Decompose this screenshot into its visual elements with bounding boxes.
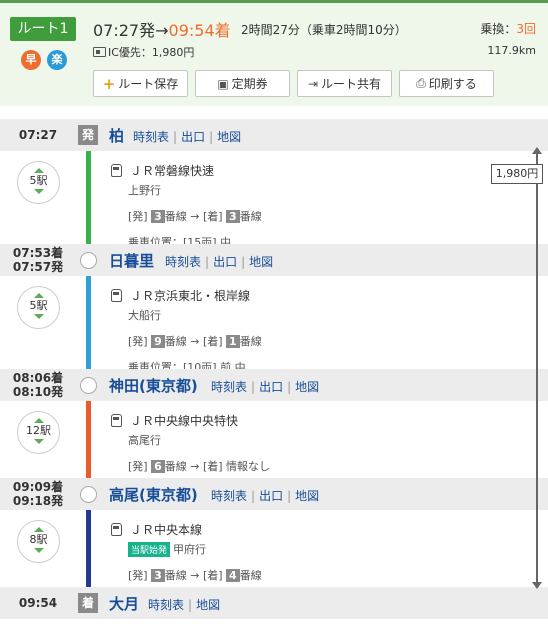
platform-info: [発] 9 番線 → [着] 1 番線	[128, 335, 262, 348]
line-name: ＪＲ京浜東北・根岸線	[130, 289, 251, 303]
exit-link[interactable]: 出口	[259, 380, 283, 394]
station-links: 時刻表 | 出口 | 地図	[211, 489, 320, 503]
stop-count-toggle[interactable]: 5駅	[17, 161, 60, 204]
line-name: ＪＲ常磐線快速	[130, 164, 215, 178]
segment-detail: ＪＲ中央線中央特快 高尾行 [発] 6 番線 → [着] 情報なし	[111, 412, 270, 474]
platform-info: [発] 3 番線 → [着] 3 番線	[128, 210, 262, 223]
station-row: 09:09着 09:18発 高尾(東京都) 時刻表 | 出口 | 地図	[0, 478, 548, 510]
station-node-icon	[80, 377, 97, 394]
station-row: 09:54 着 大月 時刻表 | 地図	[0, 587, 548, 619]
timetable-link[interactable]: 時刻表	[211, 380, 247, 394]
station-links: 時刻表 | 出口 | 地図	[133, 130, 242, 144]
station-time: 08:06着 08:10発	[12, 371, 64, 399]
platform-number: 4	[226, 569, 240, 582]
train-icon	[111, 164, 122, 177]
stop-count-toggle[interactable]: 12駅	[17, 411, 60, 454]
train-icon	[111, 414, 122, 427]
platform-info: [発] 6 番線 → [着] 情報なし	[128, 460, 271, 473]
station-name[interactable]: 高尾(東京都)	[109, 484, 198, 505]
fare-range-arrow-icon	[532, 147, 542, 589]
station-node-icon	[80, 252, 97, 269]
destination: 上野行	[128, 184, 161, 197]
timetable-link[interactable]: 時刻表	[211, 489, 247, 503]
fare-total: 1,980円	[491, 164, 543, 184]
platform-number: 6	[151, 460, 165, 473]
exit-link[interactable]: 出口	[259, 489, 283, 503]
first-departure-tag: 当駅始発	[128, 541, 171, 557]
station-links: 時刻表 | 出口 | 地図	[165, 255, 274, 269]
exit-link[interactable]: 出口	[181, 130, 205, 144]
stop-count-toggle[interactable]: 8駅	[17, 520, 60, 563]
line-segment-chuo-main	[86, 494, 91, 602]
line-name: ＪＲ中央線中央特快	[130, 414, 239, 428]
station-name[interactable]: 柏	[109, 125, 124, 146]
destination: 当駅始発 甲府行	[128, 541, 262, 557]
expand-down-icon	[33, 439, 44, 444]
station-name[interactable]: 神田(東京都)	[109, 375, 198, 396]
map-link[interactable]: 地図	[295, 489, 319, 503]
map-link[interactable]: 地図	[217, 130, 241, 144]
platform-info: [発] 3 番線 → [着] 4 番線	[128, 569, 262, 582]
segment-detail: ＪＲ中央本線 当駅始発 甲府行 [発] 3 番線 → [着] 4 番線	[111, 521, 262, 583]
station-links: 時刻表 | 地図	[148, 598, 221, 612]
expand-down-icon	[33, 189, 44, 194]
destination: 高尾行	[128, 434, 161, 447]
station-name[interactable]: 大月	[109, 593, 139, 614]
line-name: ＪＲ中央本線	[130, 523, 203, 537]
expand-down-icon	[33, 548, 44, 553]
map-link[interactable]: 地図	[249, 255, 273, 269]
map-link[interactable]: 地図	[196, 598, 220, 612]
platform-number: 9	[151, 335, 165, 348]
station-time: 09:54	[18, 596, 58, 610]
station-time: 07:53着 07:57発	[12, 246, 64, 274]
station-row: 07:53着 07:57発 日暮里 時刻表 | 出口 | 地図	[0, 244, 548, 276]
timetable-link[interactable]: 時刻表	[133, 130, 169, 144]
timetable-link[interactable]: 時刻表	[165, 255, 201, 269]
segment-detail: ＪＲ常磐線快速 上野行 [発] 3 番線 → [着] 3 番線 乗車位置：[15両]…	[111, 162, 262, 250]
station-name[interactable]: 日暮里	[109, 250, 154, 271]
route-timeline: 07:27 発 柏 時刻表 | 出口 | 地図 5駅 ＪＲ常磐線快速 上野行 [発] 3…	[0, 0, 548, 626]
map-link[interactable]: 地図	[295, 380, 319, 394]
exit-link[interactable]: 出口	[213, 255, 237, 269]
line-segment-keihin-tohoku	[86, 261, 91, 385]
arrival-mark: 着	[78, 593, 98, 613]
platform-number: 3	[226, 210, 240, 223]
station-links: 時刻表 | 出口 | 地図	[211, 380, 320, 394]
expand-down-icon	[33, 314, 44, 319]
destination: 大船行	[128, 309, 161, 322]
station-row: 07:27 発 柏 時刻表 | 出口 | 地図	[0, 119, 548, 151]
stop-count-toggle[interactable]: 5駅	[17, 286, 60, 329]
segment-detail: ＪＲ京浜東北・根岸線 大船行 [発] 9 番線 → [着] 1 番線 乗車位置：[1…	[111, 287, 262, 375]
timetable-link[interactable]: 時刻表	[148, 598, 184, 612]
platform-number: 3	[151, 210, 165, 223]
station-time: 07:27	[18, 128, 58, 142]
train-icon	[111, 523, 122, 536]
station-row: 08:06着 08:10発 神田(東京都) 時刻表 | 出口 | 地図	[0, 369, 548, 401]
station-time: 09:09着 09:18発	[12, 480, 64, 508]
train-icon	[111, 289, 122, 302]
departure-mark: 発	[78, 125, 98, 145]
platform-number: 1	[226, 335, 240, 348]
platform-number: 3	[151, 569, 165, 582]
station-node-icon	[80, 486, 97, 503]
